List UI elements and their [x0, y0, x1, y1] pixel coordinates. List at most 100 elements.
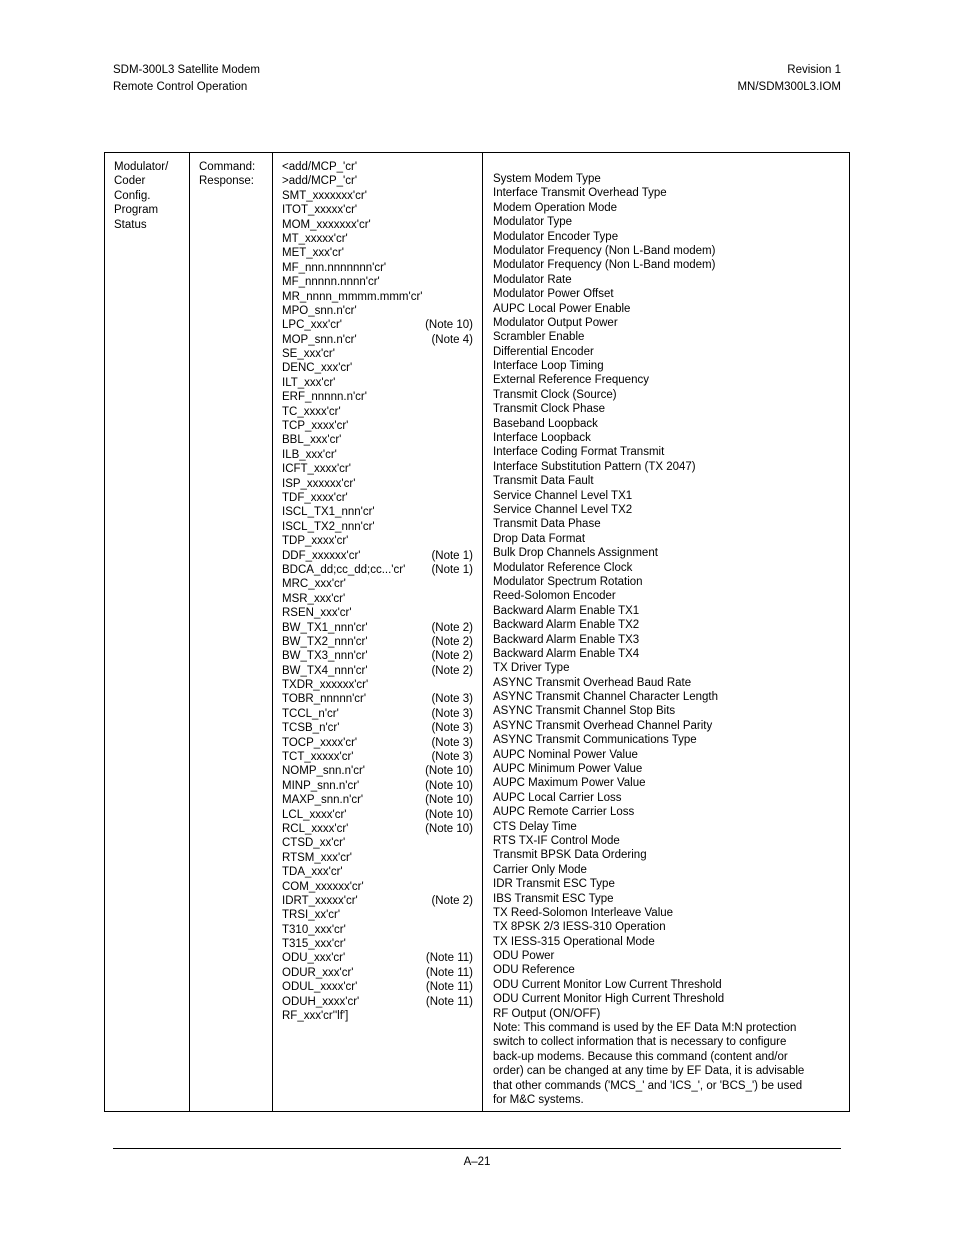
- command-note-reference: (Note 10): [425, 794, 473, 807]
- command-string: T310_xxx'cr': [282, 923, 346, 936]
- command-row: DDF_xxxxxx'cr' (Note 1): [282, 549, 482, 563]
- command-string: ITOT_xxxxx'cr': [282, 204, 358, 217]
- command-row: SE_xxx'cr': [282, 347, 482, 361]
- command-note-reference: (Note 11): [425, 995, 473, 1008]
- command-note-reference: (Note 10): [425, 319, 473, 332]
- command-row: BW_TX2_nnn'cr' (Note 2): [282, 635, 482, 649]
- command-description: Modulator Output Power: [493, 316, 618, 329]
- command-note-reference: (Note 10): [425, 765, 473, 778]
- command-description: Modulator Spectrum Rotation: [493, 575, 643, 588]
- command-row: ODUL_xxxx'cr' (Note 11): [282, 980, 482, 994]
- command-row: ERF_nnnnn.n'cr': [282, 390, 482, 404]
- command-string: >add/MCP_'cr': [282, 175, 358, 188]
- command-string: MRC_xxx'cr': [282, 578, 346, 591]
- command-row: ILB_xxx'cr': [282, 448, 482, 462]
- command-description: Interface Coding Format Transmit: [493, 446, 665, 459]
- command-description: Baseband Loopback: [493, 417, 598, 430]
- command-row: ICFT_xxxx'cr': [282, 462, 482, 476]
- command-description: Modem Operation Mode: [493, 201, 618, 214]
- command-string: ISCL_TX2_nnn'cr': [282, 520, 375, 533]
- command-row: LPC_xxx'cr' (Note 10): [282, 318, 482, 332]
- command-note-reference: (Note 2): [431, 894, 473, 907]
- command-string: ISCL_TX1_nnn'cr': [282, 506, 375, 519]
- command-row: BBL_xxx'cr': [282, 433, 482, 447]
- command-description: Interface Substitution Pattern (TX 2047): [493, 460, 696, 473]
- command-row: >add/MCP_'cr': [282, 174, 482, 188]
- command-description: Differential Encoder: [493, 345, 594, 358]
- note-paragraph-line: that other commands ('MCS_' and 'ICS_', …: [493, 1079, 803, 1092]
- command-description: Reed-Solomon Encoder: [493, 590, 616, 603]
- command-string: ISP_xxxxxx'cr': [282, 477, 356, 490]
- command-description: Bulk Drop Channels Assignment: [493, 547, 658, 560]
- command-row: ODU_xxx'cr' (Note 11): [282, 951, 482, 965]
- command-row: TRSI_xx'cr': [282, 908, 482, 922]
- command-string: ERF_nnnnn.n'cr': [282, 391, 367, 404]
- command-string: TCT_xxxxx'cr': [282, 751, 354, 764]
- command-row: T310_xxx'cr': [282, 923, 482, 937]
- command-string: MAXP_snn.n'cr': [282, 794, 364, 807]
- command-description: Transmit Data Fault: [493, 475, 594, 488]
- command-row: DENC_xxx'cr': [282, 361, 482, 375]
- command-string: BBL_xxx'cr': [282, 434, 342, 447]
- command-note-reference: (Note 1): [431, 563, 473, 576]
- command-description: Modulator Encoder Type: [493, 230, 619, 243]
- command-description: ODU Power: [493, 950, 555, 963]
- table-column-message-kind: Command: Response:: [190, 153, 273, 1111]
- command-row: MF_nnn.nnnnnnn'cr': [282, 261, 482, 275]
- command-string: MPO_snn.n'cr': [282, 304, 357, 317]
- command-row: ISCL_TX1_nnn'cr': [282, 505, 482, 519]
- command-description: System Modem Type: [493, 173, 601, 185]
- command-string: BW_TX4_nnn'cr': [282, 664, 368, 677]
- group-label-line: Program: [114, 204, 159, 217]
- command-row: <add/MCP_'cr': [282, 160, 482, 174]
- command-description: RF Output (ON/OFF): [493, 1007, 601, 1020]
- header-document-number: MN/SDM300L3.IOM: [737, 81, 841, 93]
- note-paragraph-line: Note: This command is used by the EF Dat…: [493, 1022, 797, 1035]
- command-string: MET_xxx'cr': [282, 247, 344, 260]
- command-note-reference: (Note 3): [431, 693, 473, 706]
- command-description: RTS TX-IF Control Mode: [493, 834, 620, 847]
- command-description: Backward Alarm Enable TX1: [493, 604, 640, 617]
- command-note-reference: (Note 2): [431, 621, 473, 634]
- command-description: ASYNC Transmit Channel Stop Bits: [493, 705, 676, 718]
- command-description: ASYNC Transmit Overhead Baud Rate: [493, 676, 692, 689]
- message-kind-line: Response:: [199, 175, 254, 188]
- command-string: BW_TX2_nnn'cr': [282, 635, 368, 648]
- command-row: MRC_xxx'cr': [282, 577, 482, 591]
- command-note-reference: (Note 10): [425, 779, 473, 792]
- command-row: RF_xxx'cr''lf']: [282, 1009, 482, 1023]
- command-description: Service Channel Level TX2: [493, 503, 633, 516]
- command-string: LPC_xxx'cr': [282, 319, 342, 332]
- command-description: Carrier Only Mode: [493, 863, 587, 876]
- command-row: COM_xxxxxx'cr': [282, 880, 482, 894]
- command-description: AUPC Minimum Power Value: [493, 763, 643, 776]
- command-row: MF_nnnnn.nnnn'cr': [282, 275, 482, 289]
- command-string: TRSI_xx'cr': [282, 909, 341, 922]
- command-string: TCP_xxxx'cr': [282, 420, 349, 433]
- command-description: AUPC Local Power Enable: [493, 302, 631, 315]
- command-string: RCL_xxxx'cr': [282, 822, 349, 835]
- group-label-line: Config.: [114, 189, 151, 202]
- command-description: Transmit Clock Phase: [493, 403, 606, 416]
- command-note-reference: (Note 3): [431, 707, 473, 720]
- header-revision: Revision 1: [787, 64, 841, 76]
- command-string: BW_TX1_nnn'cr': [282, 621, 368, 634]
- command-string: ODUR_xxx'cr': [282, 966, 354, 979]
- table-note-paragraph: Note: This command is used by the EF Dat…: [493, 1021, 833, 1107]
- command-string: MF_nnn.nnnnnnn'cr': [282, 261, 387, 274]
- command-row: TDP_xxxx'cr': [282, 534, 482, 548]
- command-string: LCL_xxxx'cr': [282, 808, 347, 821]
- command-row: ITOT_xxxxx'cr': [282, 203, 482, 217]
- command-description: Modulator Reference Clock: [493, 561, 633, 574]
- command-row: SMT_xxxxxxx'cr': [282, 189, 482, 203]
- command-row: ISP_xxxxxx'cr': [282, 477, 482, 491]
- table-column-group-label: Modulator/Coder Config. Program Status: [105, 153, 190, 1111]
- command-description: Drop Data Format: [493, 532, 586, 545]
- command-string: TDF_xxxx'cr': [282, 491, 348, 504]
- command-description: ODU Current Monitor Low Current Threshol…: [493, 978, 722, 991]
- command-note-reference: (Note 3): [431, 751, 473, 764]
- command-note-reference: (Note 11): [425, 966, 473, 979]
- command-description: AUPC Remote Carrier Loss: [493, 806, 635, 819]
- command-string: BW_TX3_nnn'cr': [282, 650, 368, 663]
- command-string: RF_xxx'cr''lf']: [282, 1010, 349, 1023]
